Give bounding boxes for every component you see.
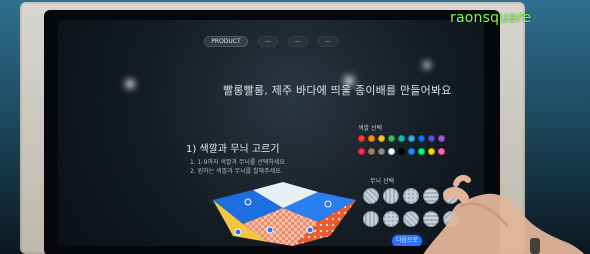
boat-hotspot[interactable]	[234, 228, 242, 236]
hand-pointing-illustration	[423, 174, 585, 254]
palette-label: 색깔 선택	[358, 125, 382, 132]
raonsquare-logo: raonsquare	[450, 10, 532, 26]
instruction-line: 2. 원하는 색깔과 무늬를 칠해주세요.	[190, 168, 283, 175]
next-button[interactable]: 다음으로	[392, 235, 422, 246]
palette-swatch[interactable]	[368, 135, 375, 142]
section-heading: 1) 색깔과 무늬 고르기	[186, 144, 280, 155]
palette-swatch[interactable]	[378, 135, 385, 142]
palette-swatch[interactable]	[388, 135, 395, 142]
palette-swatch[interactable]	[378, 148, 385, 155]
tab-4[interactable]: —	[317, 36, 338, 47]
pattern-swatch[interactable]	[383, 210, 399, 227]
light-glare	[120, 74, 140, 94]
palette-swatch[interactable]	[408, 148, 415, 155]
pattern-swatch[interactable]	[403, 210, 419, 227]
page-title: 빨롱빨롱, 제주 바다에 띄울 종이배를 만들어봐요	[223, 84, 452, 97]
palette-swatch[interactable]	[438, 135, 445, 142]
palette-swatch[interactable]	[388, 148, 395, 155]
paper-boat-illustration	[208, 182, 358, 246]
photo-scene: PRODUCT — — — 빨롱빨롱, 제주 바다에 띄울 종이배를 만들어봐요…	[0, 0, 590, 254]
boat-hotspot[interactable]	[266, 226, 274, 234]
tab-product[interactable]: PRODUCT	[204, 36, 248, 47]
palette-swatch[interactable]	[398, 135, 405, 142]
pattern-swatch[interactable]	[383, 188, 399, 204]
instruction-line: 1. 1-9까지 색깔과 무늬를 선택하세요.	[190, 159, 287, 166]
palette-swatch[interactable]	[408, 135, 415, 142]
palette-swatch[interactable]	[418, 135, 425, 142]
palette-swatch[interactable]	[358, 135, 365, 142]
boat-hotspot[interactable]	[306, 226, 314, 234]
tab-3[interactable]: —	[287, 36, 308, 47]
light-glare	[418, 56, 436, 74]
pattern-label: 무늬 선택	[370, 178, 394, 185]
instructions: 1. 1-9까지 색깔과 무늬를 선택하세요. 2. 원하는 색깔과 무늬를 칠…	[190, 158, 287, 176]
palette-swatch[interactable]	[398, 148, 405, 155]
palette-swatch[interactable]	[358, 148, 365, 155]
palette-swatch[interactable]	[428, 135, 435, 142]
pattern-swatch[interactable]	[403, 188, 419, 204]
top-tabs: PRODUCT — — —	[58, 36, 484, 47]
tab-2[interactable]: —	[257, 36, 278, 47]
boat-hotspot[interactable]	[324, 200, 332, 208]
palette-swatch[interactable]	[368, 148, 375, 155]
boat-hotspot[interactable]	[244, 198, 252, 206]
